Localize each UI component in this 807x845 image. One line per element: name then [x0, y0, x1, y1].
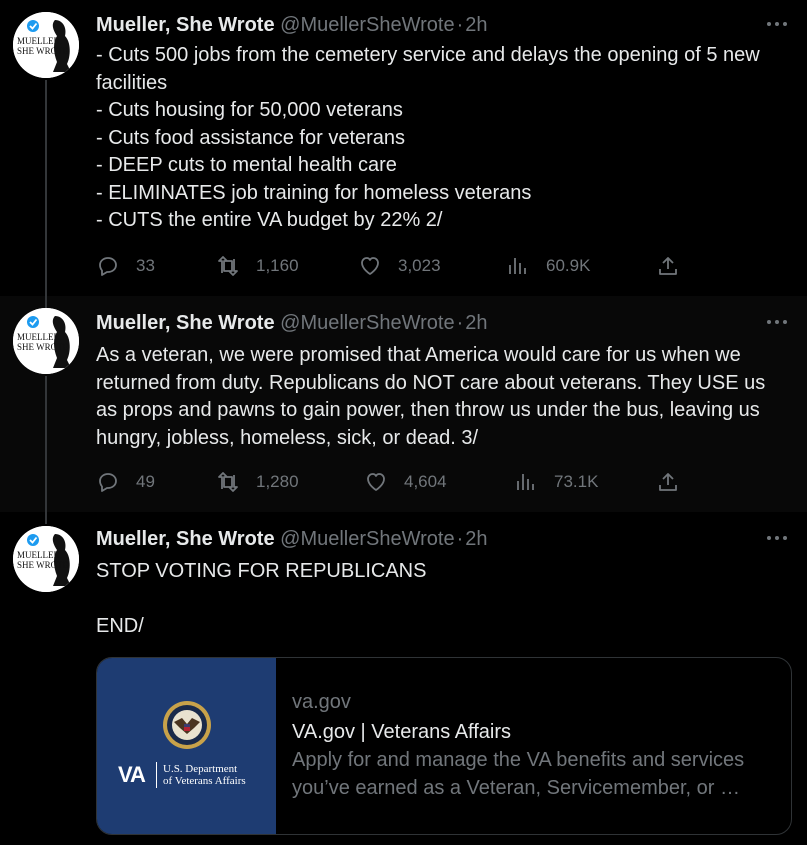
like-button[interactable]: 3,023	[358, 252, 441, 280]
heart-icon	[367, 473, 385, 491]
svg-text:SHE WROTE: SHE WROTE	[17, 46, 69, 56]
svg-text:MUELLER,: MUELLER,	[17, 36, 62, 46]
svg-text:MUELLER,: MUELLER,	[17, 550, 62, 560]
va-department-name: U.S. Department of Veterans Affairs	[163, 763, 246, 787]
avatar[interactable]: MUELLER, SHE WROTE	[13, 12, 79, 78]
tweet-text: - Cuts 500 jobs from the cemetery servic…	[96, 42, 781, 235]
svg-text:SHE WROTE: SHE WROTE	[17, 560, 69, 570]
like-button[interactable]: 4,604	[364, 468, 447, 496]
tweet-line: As a veteran, we were promised that Amer…	[96, 344, 766, 449]
reply-icon	[99, 257, 117, 276]
logo-divider	[156, 762, 157, 788]
retweet-button[interactable]: 1,280	[216, 468, 299, 496]
tweet-header: Mueller, She Wrote @MuellerSheWrote · 2h	[96, 526, 787, 552]
svg-text:SHE WROTE: SHE WROTE	[17, 342, 69, 352]
views-icon	[517, 474, 534, 490]
retweet-button[interactable]: 1,160	[216, 252, 299, 280]
author-name[interactable]: Mueller, She Wrote	[96, 14, 275, 36]
share-icon	[659, 473, 677, 491]
author-name[interactable]: Mueller, She Wrote	[96, 312, 275, 334]
share-icon	[659, 257, 677, 275]
link-card[interactable]: VA U.S. Department of Veterans Affairs v…	[96, 657, 792, 835]
action-bar: 49 1,280 4,604 73.1K	[96, 468, 787, 496]
share-button[interactable]	[656, 468, 680, 496]
tweet-3[interactable]: MUELLER, SHE WROTE Mueller, She Wrote @M…	[0, 512, 807, 845]
avatar[interactable]: MUELLER, SHE WROTE	[13, 308, 79, 374]
author-name[interactable]: Mueller, She Wrote	[96, 528, 275, 550]
author-handle[interactable]: @MuellerSheWrote	[280, 312, 454, 334]
card-text: va.gov VA.gov | Veterans Affairs Apply f…	[292, 688, 777, 802]
retweet-icon	[218, 472, 238, 492]
tweet-text: As a veteran, we were promised that Amer…	[96, 342, 781, 452]
separator-dot: ·	[456, 14, 464, 36]
thread-line	[45, 376, 47, 512]
card-domain: va.gov	[292, 691, 351, 713]
reply-count: 33	[136, 256, 155, 275]
tweet-line: END/	[96, 615, 144, 637]
retweet-count: 1,280	[256, 472, 299, 491]
retweet-icon	[218, 256, 238, 276]
tweet-text: STOP VOTING FOR REPUBLICANS END/	[96, 558, 781, 641]
views-count: 73.1K	[554, 472, 599, 491]
thread-line	[45, 512, 47, 524]
va-logo: VA	[118, 762, 146, 787]
separator-dot: ·	[456, 528, 464, 550]
thread-line	[45, 296, 47, 308]
timestamp[interactable]: 2h	[465, 528, 487, 550]
dept-line: of Veterans Affairs	[163, 775, 246, 787]
reply-button[interactable]: 49	[96, 468, 155, 496]
tweet-line: - Cuts housing for 50,000 veterans	[96, 99, 403, 121]
avatar[interactable]: MUELLER, SHE WROTE	[13, 526, 79, 592]
tweet-line: - Cuts food assistance for veterans	[96, 126, 406, 149]
card-title[interactable]: VA.gov | Veterans Affairs	[292, 718, 777, 746]
more-icon[interactable]	[767, 14, 789, 34]
like-count: 4,604	[404, 472, 447, 491]
action-bar: 33 1,160 3,023 60.9K	[96, 252, 787, 280]
more-icon[interactable]	[767, 312, 789, 332]
heart-icon	[361, 257, 379, 275]
like-count: 3,023	[398, 256, 441, 275]
timestamp[interactable]: 2h	[465, 312, 487, 334]
reply-count: 49	[136, 472, 155, 491]
va-seal-icon	[163, 701, 211, 749]
tweet-header: Mueller, She Wrote @MuellerSheWrote · 2h	[96, 310, 787, 336]
svg-text:MUELLER,: MUELLER,	[17, 332, 62, 342]
timestamp[interactable]: 2h	[465, 14, 487, 36]
separator-dot: ·	[456, 312, 464, 334]
dept-line: U.S. Department	[163, 763, 238, 775]
tweet-header: Mueller, She Wrote @MuellerSheWrote · 2h	[96, 12, 787, 38]
tweet-line: - ELIMINATES job training for homeless v…	[96, 181, 532, 204]
views-icon	[509, 258, 526, 274]
thread-line	[45, 80, 47, 296]
views-button[interactable]: 60.9K	[506, 252, 590, 280]
reply-button[interactable]: 33	[96, 252, 155, 280]
tweet-line: - Cuts 500 jobs from the cemetery servic…	[96, 44, 760, 94]
tweet-line: STOP VOTING FOR REPUBLICANS	[96, 560, 427, 582]
card-image: VA U.S. Department of Veterans Affairs	[97, 658, 276, 834]
views-count: 60.9K	[546, 256, 591, 275]
tweet-line: - CUTS the entire VA budget by 22% 2/	[96, 209, 443, 231]
views-button[interactable]: 73.1K	[514, 468, 598, 496]
tweet-2[interactable]: MUELLER, SHE WROTE Mueller, She Wrote @M…	[0, 296, 807, 512]
tweet-line: - DEEP cuts to mental health care	[96, 154, 397, 176]
tweet-1[interactable]: MUELLER, SHE WROTE Mueller, She Wrote @M…	[0, 0, 807, 296]
more-icon[interactable]	[767, 528, 789, 548]
retweet-count: 1,160	[256, 256, 299, 275]
card-description: Apply for and manage the VA benefits and…	[292, 749, 745, 799]
author-handle[interactable]: @MuellerSheWrote	[280, 14, 454, 36]
reply-icon	[99, 473, 117, 492]
author-handle[interactable]: @MuellerSheWrote	[280, 528, 454, 550]
share-button[interactable]	[656, 252, 680, 280]
